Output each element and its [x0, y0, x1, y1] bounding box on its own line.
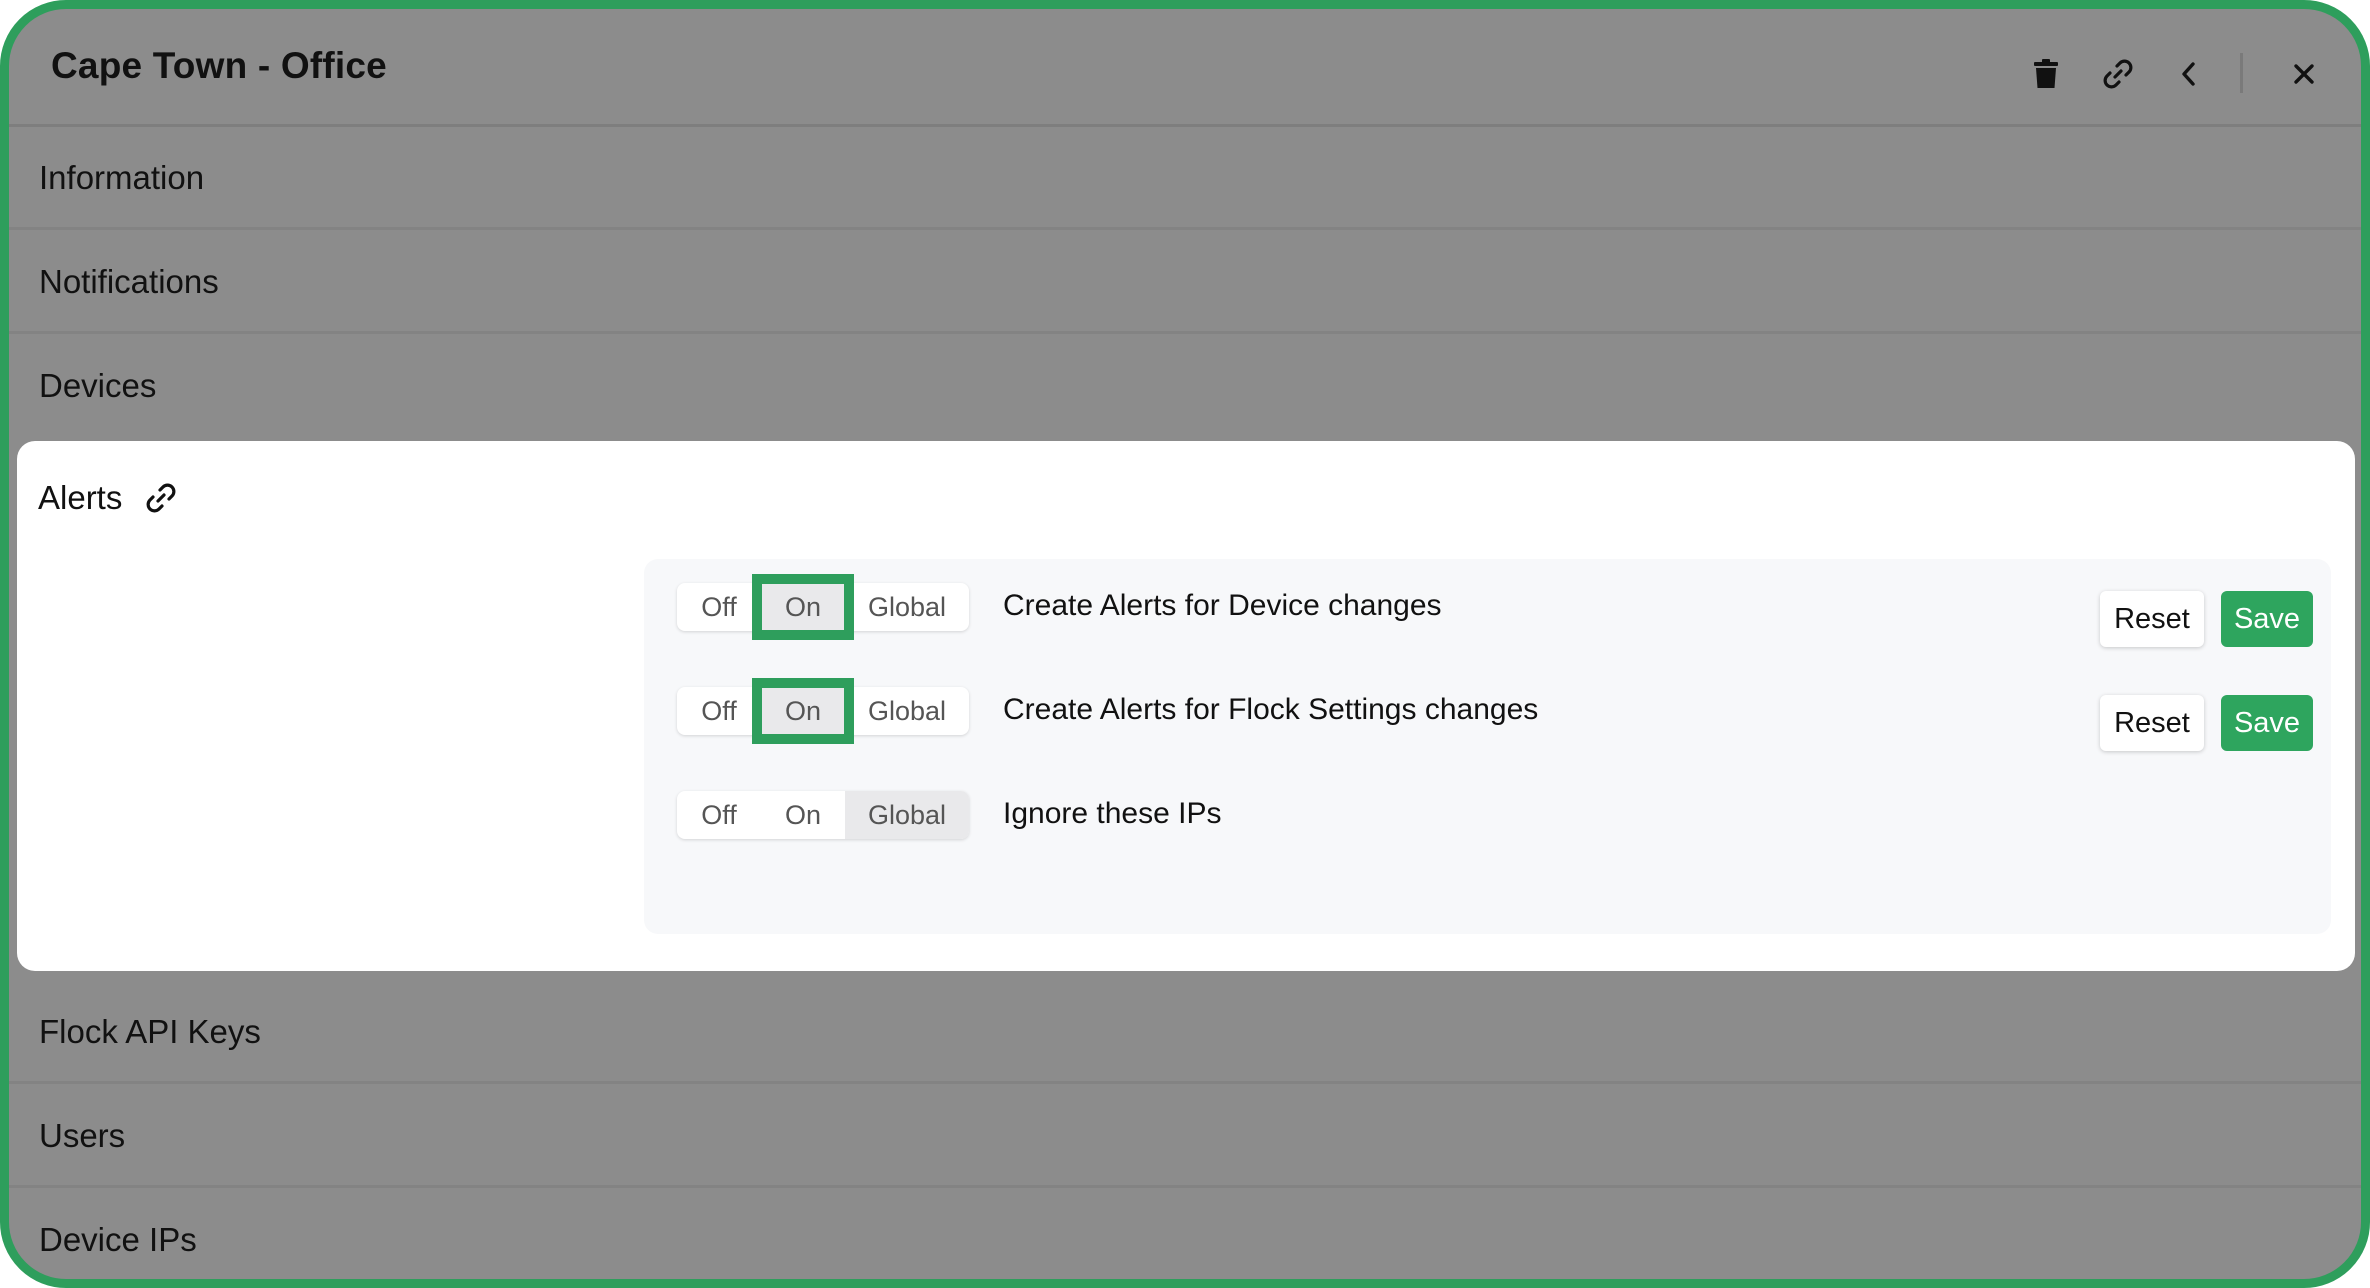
tri-state-toggle: Off On Global: [677, 678, 969, 744]
section-alerts: Alerts Off On Global Create Alerts for D…: [17, 441, 2355, 971]
section-label: Users: [39, 1117, 126, 1154]
toggle-option-on[interactable]: On: [752, 678, 854, 744]
section-flock-api-keys[interactable]: Flock API Keys: [9, 981, 2361, 1084]
section-device-ips[interactable]: Device IPs: [9, 1189, 2361, 1279]
save-button[interactable]: Save: [2221, 695, 2313, 751]
reset-button[interactable]: Reset: [2100, 695, 2204, 751]
toggle-option-global[interactable]: Global: [845, 791, 969, 839]
toggle-option-global[interactable]: Global: [845, 687, 969, 735]
toggle-option-on[interactable]: On: [752, 574, 854, 640]
trash-icon[interactable]: [2027, 55, 2065, 93]
link-icon[interactable]: [2099, 55, 2137, 93]
section-label: Device IPs: [39, 1221, 197, 1258]
section-notifications[interactable]: Notifications: [9, 231, 2361, 334]
site-settings-window: Cape Town - Office Information Notificat…: [0, 0, 2370, 1288]
window-header: Cape Town - Office: [9, 9, 2361, 127]
close-icon[interactable]: [2285, 55, 2323, 93]
link-icon[interactable]: [144, 481, 180, 517]
setting-label: Ignore these IPs: [1003, 797, 1222, 830]
toggle-option-off[interactable]: Off: [677, 687, 761, 735]
section-label: Flock API Keys: [39, 1013, 261, 1050]
toggle-option-on[interactable]: On: [761, 791, 845, 839]
setting-label: Create Alerts for Flock Settings changes: [1003, 693, 1539, 726]
setting-ignore-ips: Off On Global Ignore these IPs: [644, 787, 2331, 847]
reset-button[interactable]: Reset: [2100, 591, 2204, 647]
toggle-option-off[interactable]: Off: [677, 791, 761, 839]
tri-state-toggle: Off On Global: [677, 791, 969, 839]
section-label: Information: [39, 159, 205, 196]
section-information[interactable]: Information: [9, 127, 2361, 230]
section-users[interactable]: Users: [9, 1085, 2361, 1188]
alert-settings-panel: Off On Global Create Alerts for Device c…: [644, 559, 2331, 934]
tri-state-toggle: Off On Global: [677, 574, 969, 640]
setting-label: Create Alerts for Device changes: [1003, 589, 1442, 622]
chevron-left-icon[interactable]: [2170, 55, 2208, 93]
toggle-option-off[interactable]: Off: [677, 583, 761, 631]
section-label: Alerts: [38, 479, 123, 516]
setting-device-changes: Off On Global Create Alerts for Device c…: [644, 574, 2331, 640]
section-label: Notifications: [39, 263, 219, 300]
section-label: Devices: [39, 367, 157, 404]
header-divider: [2240, 53, 2243, 93]
save-button[interactable]: Save: [2221, 591, 2313, 647]
setting-flock-settings-changes: Off On Global Create Alerts for Flock Se…: [644, 678, 2331, 744]
toggle-option-global[interactable]: Global: [845, 583, 969, 631]
page-title: Cape Town - Office: [51, 45, 387, 86]
section-devices[interactable]: Devices: [9, 335, 2361, 438]
